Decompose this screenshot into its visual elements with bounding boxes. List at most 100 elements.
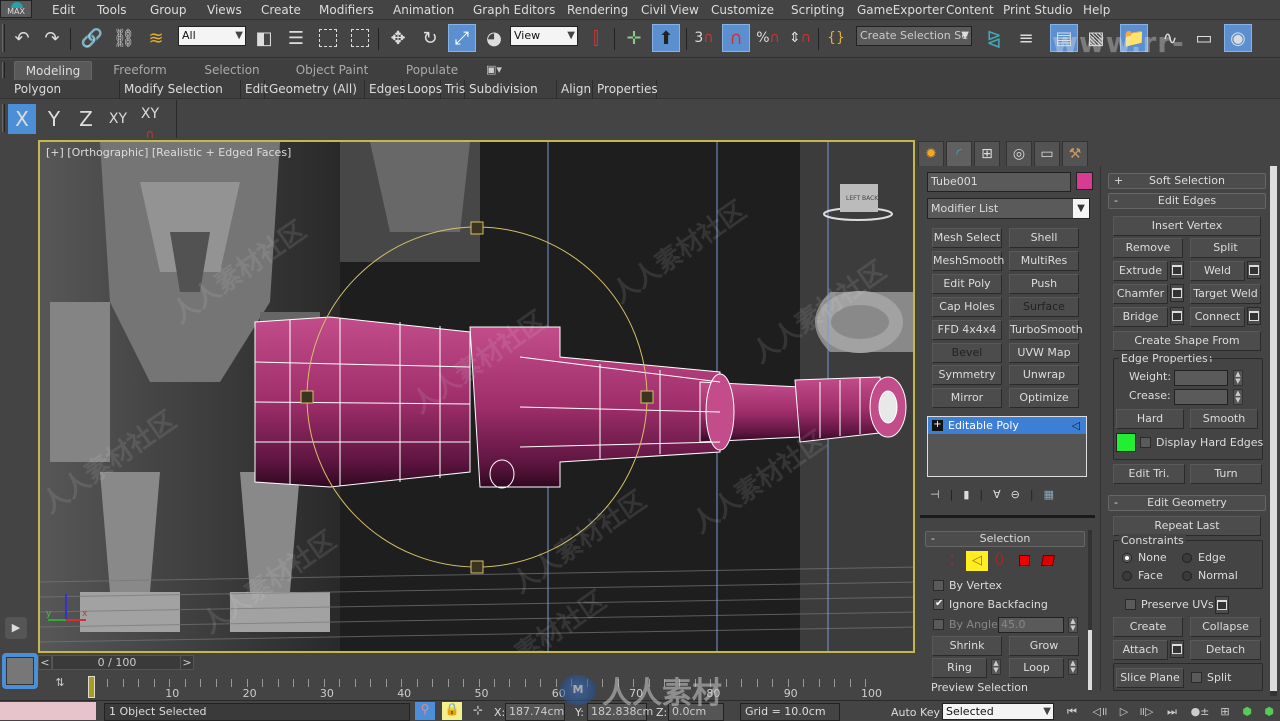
right-panel-scrollbar[interactable] bbox=[1270, 166, 1277, 696]
ribbon-tab-object-paint[interactable]: Object Paint bbox=[284, 61, 380, 80]
create-button[interactable]: Create bbox=[1113, 617, 1183, 637]
viewport-label[interactable]: [+] [Orthographic] [Realistic + Edged Fa… bbox=[46, 146, 291, 159]
use-pivot-center-icon[interactable]: ⫿ bbox=[582, 24, 610, 52]
rotate-icon[interactable]: ↻ bbox=[416, 24, 444, 52]
maxscript-listener[interactable] bbox=[0, 702, 96, 720]
ribbon-tab-selection[interactable]: Selection bbox=[192, 61, 272, 80]
modifier-button-turbosmooth[interactable]: TurboSmooth bbox=[1009, 319, 1083, 340]
shrink-button[interactable]: Shrink bbox=[932, 636, 1002, 656]
weld-button[interactable]: Weld bbox=[1190, 261, 1245, 281]
turn-button[interactable]: Turn bbox=[1190, 464, 1262, 484]
toolbar-grip[interactable] bbox=[2, 104, 5, 132]
named-selection-dropdown[interactable]: Create Selection Se ▼ bbox=[856, 26, 972, 46]
ribbon-group-loops[interactable]: Loops bbox=[403, 80, 442, 99]
select-object-icon[interactable]: ◧ bbox=[250, 24, 278, 52]
selection-rollout-header[interactable]: - Selection bbox=[925, 531, 1085, 547]
menu-group[interactable]: Group bbox=[150, 1, 187, 19]
chamfer-button[interactable]: Chamfer bbox=[1113, 284, 1168, 304]
go-to-start-icon[interactable]: ⏮ bbox=[1062, 704, 1082, 720]
soft-selection-rollout-header[interactable]: + Soft Selection bbox=[1108, 173, 1266, 189]
element-mode-icon[interactable] bbox=[1041, 555, 1055, 566]
zoom-extents-all-icon[interactable]: ⬢ bbox=[1260, 704, 1278, 720]
crease-spinner[interactable]: ▲ ▼ bbox=[1233, 389, 1243, 405]
constraint-normal-radio[interactable] bbox=[1182, 571, 1192, 581]
angle-snap-icon[interactable]: ∩ bbox=[722, 24, 750, 52]
menu-scripting[interactable]: Scripting bbox=[791, 1, 844, 19]
connect-button[interactable]: Connect bbox=[1190, 307, 1245, 327]
configure-modifier-sets-icon[interactable]: ▦ bbox=[1044, 488, 1054, 501]
time-slider[interactable]: 0 / 100 bbox=[52, 655, 182, 670]
constraint-face-radio[interactable] bbox=[1122, 571, 1132, 581]
ribbon-grip[interactable] bbox=[2, 62, 5, 78]
menu-create[interactable]: Create bbox=[261, 1, 301, 19]
object-name-field[interactable]: Tube001 bbox=[927, 172, 1071, 192]
utilities-icon[interactable]: ⚒ bbox=[1062, 141, 1088, 166]
constraint-none-radio[interactable] bbox=[1122, 553, 1132, 563]
by-angle-spinner[interactable]: ▲ ▼ bbox=[1068, 617, 1078, 633]
window-crossing-icon[interactable] bbox=[346, 24, 374, 52]
collapse-button[interactable]: Collapse bbox=[1190, 617, 1261, 637]
play-icon[interactable]: ▷ bbox=[1114, 704, 1134, 720]
modifier-button-mirror[interactable]: Mirror bbox=[932, 388, 1002, 409]
weight-spinner[interactable]: ▲ ▼ bbox=[1233, 370, 1243, 386]
connect-settings-icon[interactable] bbox=[1247, 307, 1261, 325]
border-mode-icon[interactable]: ⬯ bbox=[995, 552, 1004, 568]
rect-selection-icon[interactable] bbox=[314, 24, 342, 52]
modifier-button-optimize[interactable]: Optimize bbox=[1009, 388, 1079, 409]
modifier-button-surface[interactable]: Surface bbox=[1009, 296, 1079, 317]
key-mode-dropdown[interactable]: Selected ▼ bbox=[942, 703, 1054, 720]
go-to-end-icon[interactable]: ⏭ bbox=[1162, 704, 1182, 720]
axis-x-button[interactable]: X bbox=[8, 104, 36, 134]
remove-button[interactable]: Remove bbox=[1113, 238, 1183, 258]
by-angle-input[interactable]: 45.0 bbox=[998, 617, 1064, 633]
modifier-list-dropdown[interactable]: Modifier List ▼ bbox=[927, 198, 1090, 219]
ignore-backfacing-checkbox[interactable] bbox=[933, 598, 944, 610]
viewport-orthographic[interactable]: LEFT BACK y x [+] [Orthographic] [Realis… bbox=[38, 140, 915, 653]
spinner-snap-icon[interactable]: ⇕ ∩ bbox=[786, 24, 814, 52]
edit-edges-rollout-header[interactable]: - Edit Edges bbox=[1108, 193, 1266, 209]
ribbon-tab-freeform[interactable]: Freeform bbox=[104, 61, 176, 80]
modifier-button-cap-holes[interactable]: Cap Holes bbox=[932, 296, 1002, 317]
motion-icon[interactable]: ◎ bbox=[1006, 141, 1032, 166]
modifier-button-mesh-select[interactable]: Mesh Select bbox=[932, 228, 1002, 248]
modifier-button-push[interactable]: Push bbox=[1009, 273, 1079, 294]
ribbon-group-tris[interactable]: Tris bbox=[441, 80, 465, 99]
zoom-extents-icon[interactable]: ⬢ bbox=[1238, 704, 1256, 720]
create-shape-button[interactable]: Create Shape From Selection bbox=[1113, 331, 1261, 365]
move-icon[interactable]: ✥ bbox=[384, 24, 412, 52]
select-by-name-icon[interactable]: ☰ bbox=[282, 24, 310, 52]
ring-button[interactable]: Ring bbox=[932, 658, 987, 678]
selection-lock-icon[interactable]: 🔒 bbox=[442, 702, 462, 720]
menu-views[interactable]: Views bbox=[207, 1, 242, 19]
remove-modifier-icon[interactable]: ⊖ bbox=[1011, 488, 1020, 501]
constraint-edge-radio[interactable] bbox=[1182, 553, 1192, 563]
toolbar-grip[interactable] bbox=[2, 24, 5, 52]
pivot-icon[interactable]: ◕ bbox=[480, 24, 508, 52]
ribbon-group-edit[interactable]: Edit bbox=[241, 80, 268, 99]
bind-space-warp-icon[interactable]: ≋ bbox=[142, 24, 170, 52]
target-weld-button[interactable]: Target Weld bbox=[1190, 284, 1261, 304]
modifier-button-multires[interactable]: MultiRes bbox=[1009, 250, 1079, 271]
modifier-button-ffd-4x4x4[interactable]: FFD 4x4x4 bbox=[932, 319, 1002, 340]
vertex-mode-icon[interactable]: ⁚ bbox=[950, 554, 954, 569]
modifier-button-bevel[interactable]: Bevel bbox=[932, 342, 1002, 363]
auto-key-button[interactable]: Auto Key bbox=[891, 706, 940, 719]
track-bar[interactable]: 0102030405060708090100 bbox=[88, 673, 918, 701]
smooth-button[interactable]: Smooth bbox=[1190, 409, 1258, 429]
menu-graph-editors[interactable]: Graph Editors bbox=[473, 1, 555, 19]
ref-coord-dropdown[interactable]: View ▼ bbox=[510, 26, 578, 46]
modify-icon[interactable]: ◜ bbox=[946, 141, 972, 166]
app-menu-button[interactable]: MAX bbox=[0, 0, 32, 18]
ribbon-tab-modeling[interactable]: Modeling bbox=[14, 61, 92, 80]
menu-civil-view[interactable]: Civil View bbox=[641, 1, 699, 19]
display-hard-edges-checkbox[interactable] bbox=[1140, 437, 1151, 448]
modifier-button-uvw-map[interactable]: UVW Map bbox=[1009, 342, 1079, 363]
absolute-mode-icon[interactable]: ⊹ bbox=[470, 703, 486, 719]
menu-edit[interactable]: Edit bbox=[52, 1, 75, 19]
preserve-uvs-settings-icon[interactable] bbox=[1215, 596, 1229, 614]
link-icon[interactable]: 🔗 bbox=[78, 24, 106, 52]
polygon-mode-icon[interactable] bbox=[1019, 555, 1030, 566]
selection-filter-dropdown[interactable]: All ▼ bbox=[178, 26, 246, 46]
split-edge-button[interactable]: Split bbox=[1190, 238, 1261, 258]
ribbon-group-modify-selection[interactable]: Modify Selection bbox=[120, 80, 241, 99]
